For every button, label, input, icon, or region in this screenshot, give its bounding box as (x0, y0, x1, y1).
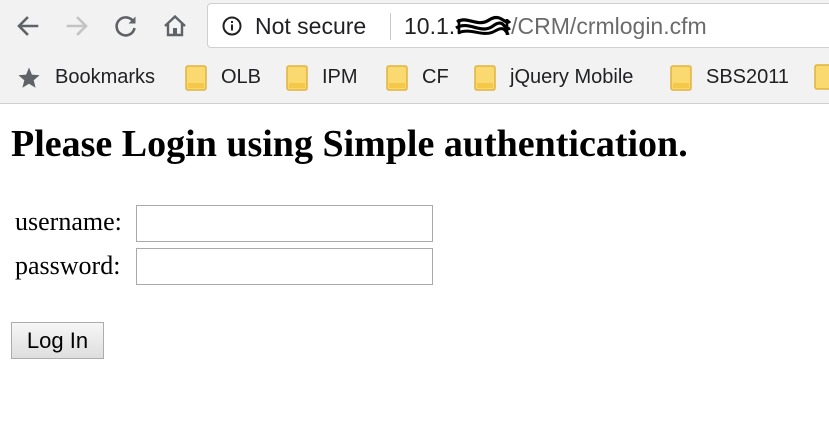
page-content: Please Login using Simple authentication… (0, 104, 829, 421)
username-input[interactable] (136, 205, 433, 242)
browser-toolbar: Not secure 10.1. /CRM/crmlogin.cfm (0, 0, 829, 52)
bookmark-label: OLB (221, 66, 262, 88)
password-label: password: (15, 251, 121, 280)
bookmark-cf[interactable]: CF (386, 52, 449, 103)
bookmark-label: jQuery Mobile (510, 66, 634, 88)
reload-button[interactable] (108, 8, 144, 44)
bookmark-bookmarks[interactable]: Bookmarks (17, 52, 155, 103)
login-button[interactable]: Log In (11, 322, 104, 359)
address-bar[interactable]: Not secure 10.1. /CRM/crmlogin.cfm (207, 3, 829, 48)
back-arrow-icon (17, 16, 39, 36)
star-icon (18, 67, 40, 88)
bookmark-label: Bookmarks (55, 66, 156, 88)
folder-icon (670, 64, 692, 91)
home-button[interactable] (157, 8, 193, 44)
bookmark-sbs2011[interactable]: SBS2011 (670, 52, 789, 103)
bookmark-overflow-folder-icon[interactable] (814, 64, 829, 90)
security-status-label[interactable]: Not secure (255, 13, 366, 40)
url-path: /CRM/crmlogin.cfm (511, 13, 707, 39)
back-button[interactable] (10, 8, 46, 44)
bookmark-label: IPM (322, 66, 358, 88)
bookmark-ipm[interactable]: IPM (286, 52, 358, 103)
url-host: 10.1. (404, 13, 456, 39)
redaction-scribble (455, 15, 512, 35)
bookmark-jquery-mobile[interactable]: jQuery Mobile (474, 52, 633, 103)
bookmark-label: CF (422, 66, 449, 88)
forward-button[interactable] (59, 8, 95, 44)
url-text[interactable]: 10.1. /CRM/crmlogin.cfm (404, 13, 707, 40)
address-divider (390, 13, 391, 40)
password-input[interactable] (136, 248, 433, 285)
folder-icon (386, 64, 408, 91)
folder-icon (185, 64, 207, 91)
username-label: username: (15, 207, 122, 236)
info-icon[interactable] (222, 16, 242, 36)
home-icon (164, 14, 186, 37)
bookmark-olb[interactable]: OLB (185, 52, 261, 103)
reload-icon (115, 16, 136, 37)
bookmark-label: SBS2011 (706, 66, 790, 88)
forward-arrow-icon (66, 16, 88, 36)
bookmarks-bar: Bookmarks OLB IPM CF jQuery Mobile SBS20… (0, 52, 829, 104)
page-title: Please Login using Simple authentication… (11, 123, 688, 165)
folder-icon (474, 64, 496, 91)
folder-icon (286, 64, 308, 91)
